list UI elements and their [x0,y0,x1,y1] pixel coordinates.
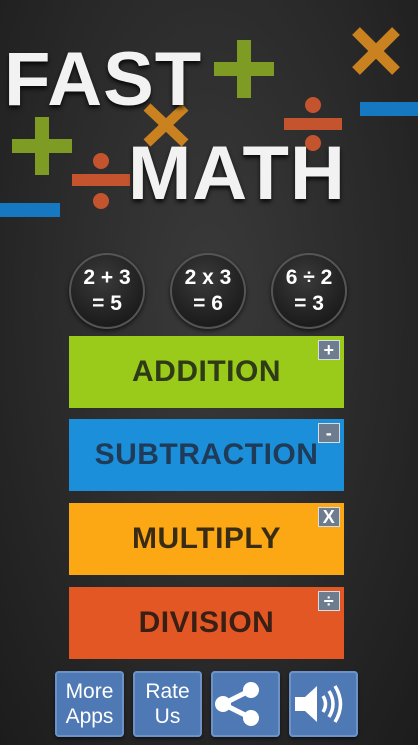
division-label: DIVISION [138,606,275,639]
times-icon: X [318,507,340,527]
sound-button[interactable] [289,671,358,737]
example-addition: 2 + 3 = 5 [69,253,145,329]
addition-label: ADDITION [132,355,281,388]
subtraction-button[interactable]: SUBTRACTION - [69,419,344,491]
example-line: 2 + 3 [83,266,131,289]
divide-icon: ÷ [318,591,340,611]
division-button[interactable]: DIVISION ÷ [69,587,344,659]
title-fast: FAST [4,37,203,122]
multiply-label: MULTIPLY [131,522,281,555]
plus-decoration-icon [12,117,72,175]
title-math: MATH [128,131,346,216]
addition-button[interactable]: ADDITION + [69,336,344,408]
speaker-icon [295,685,343,723]
example-division: 6 ÷ 2 = 3 [271,253,347,329]
multiply-button[interactable]: MULTIPLY X [69,503,344,575]
example-line: = 5 [92,292,122,315]
example-line: 6 ÷ 2 [285,266,333,289]
more-apps-button[interactable]: More Apps [55,671,124,737]
example-line: 2 x 3 [184,266,232,289]
example-line: = 6 [193,292,223,315]
share-icon [215,682,259,726]
minus-decoration-icon [0,203,60,217]
minus-decoration-icon [360,102,418,116]
rate-us-label-line2: Us [154,705,181,728]
minus-icon: - [318,423,340,443]
divide-decoration-icon [72,153,130,209]
more-apps-label-line1: More [65,680,114,703]
plus-icon: + [318,340,340,360]
subtraction-label: SUBTRACTION [94,438,319,471]
rate-us-button[interactable]: Rate Us [133,671,202,737]
example-line: = 3 [294,292,324,315]
share-button[interactable] [211,671,280,737]
example-multiplication: 2 x 3 = 6 [170,253,246,329]
more-apps-label-line2: Apps [65,705,114,728]
rate-us-label-line1: Rate [145,680,190,703]
plus-decoration-icon [214,40,274,98]
times-decoration-icon [352,27,400,75]
